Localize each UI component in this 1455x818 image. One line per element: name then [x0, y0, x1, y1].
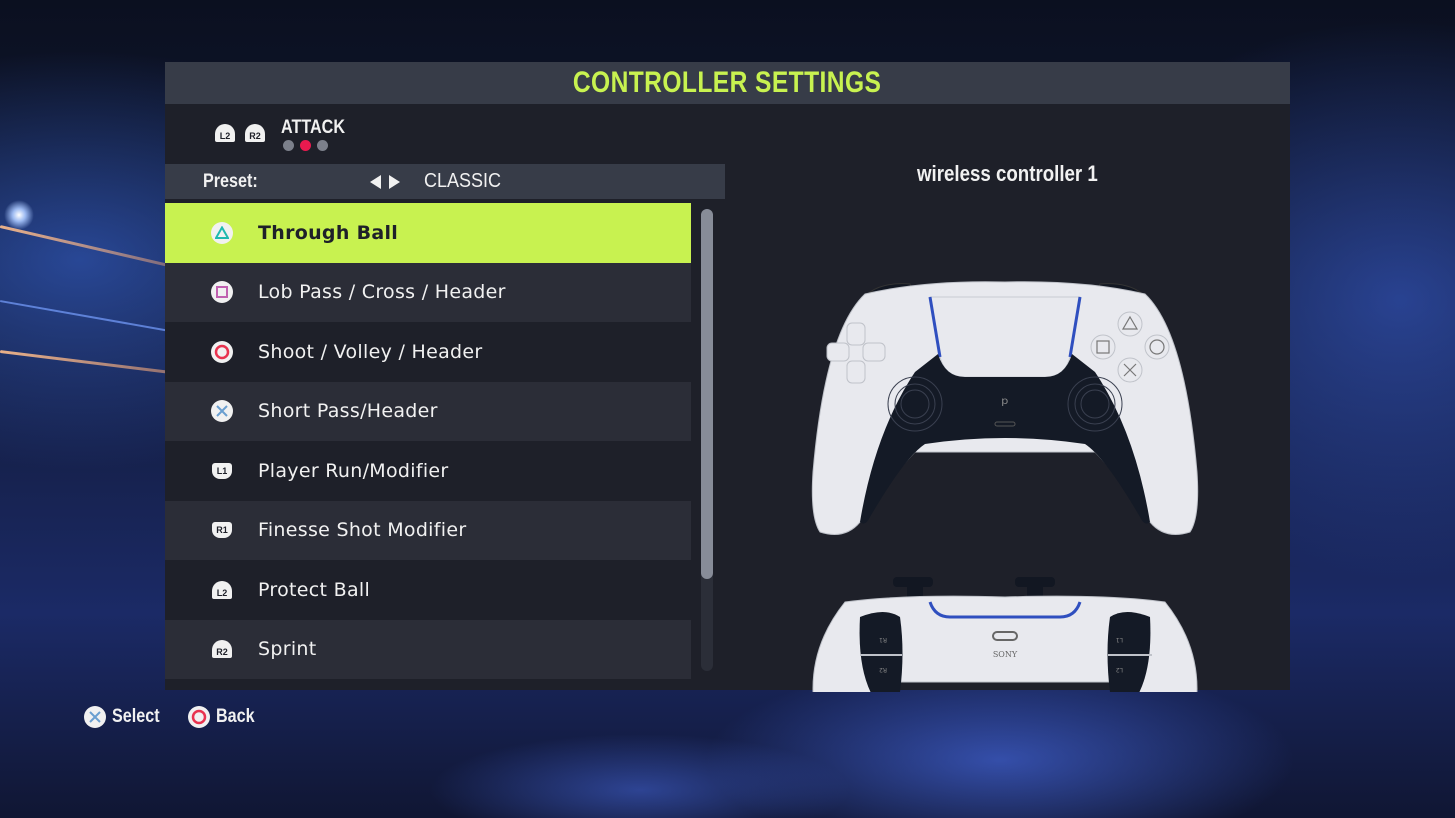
controller-name: wireless controller 1 [917, 161, 1098, 186]
controller-front-view: ᵖ [811, 281, 1199, 535]
preset-selector[interactable]: Preset: CLASSIC [165, 164, 725, 199]
current-category: ATTACK [281, 117, 345, 138]
l2-prev-tab-icon[interactable]: L2 [215, 124, 235, 142]
action-row[interactable]: R1 Finesse Shot Modifier [165, 500, 691, 560]
back-label-l1: L1 [1116, 636, 1123, 643]
light-beam [0, 300, 178, 334]
action-list: Through Ball Lob Pass / Cross / Header S… [165, 203, 691, 679]
light-beam [0, 225, 176, 269]
action-row[interactable]: Through Ball [165, 203, 691, 263]
stadium-light [4, 200, 34, 230]
l1-button-icon: L1 [212, 462, 232, 479]
button-hints: Select Back [84, 706, 273, 728]
scrollbar-thumb[interactable] [701, 209, 713, 579]
action-label: Sprint [258, 638, 317, 661]
action-label: Protect Ball [258, 578, 371, 601]
action-row[interactable]: R2 Sprint [165, 619, 691, 679]
action-label: Lob Pass / Cross / Header [258, 281, 506, 304]
title-bar: CONTROLLER SETTINGS [165, 62, 1290, 104]
category-tabs: L2 R2 ATTACK [215, 117, 356, 151]
page-title: CONTROLLER SETTINGS [573, 66, 882, 99]
r1-button-icon: R1 [212, 522, 232, 539]
cross-button-icon [211, 400, 233, 423]
light-beam [0, 350, 179, 375]
back-hint[interactable]: Back [187, 706, 261, 728]
preset-value: CLASSIC [424, 170, 502, 192]
controller-back-view: SONY R1 R2 L1 L2 [812, 577, 1198, 692]
action-row[interactable]: Shoot / Volley / Header [165, 322, 691, 382]
preset-label: Preset: [203, 170, 258, 192]
action-row[interactable]: L2 Protect Ball [165, 560, 691, 620]
page-indicator [283, 140, 328, 151]
action-label: Short Pass/Header [258, 400, 438, 423]
r2-next-tab-icon[interactable]: R2 [245, 124, 265, 142]
select-hint[interactable]: Select [84, 706, 168, 728]
back-label-r1: R1 [879, 636, 887, 643]
brand-text: SONY [993, 650, 1018, 659]
arrow-left-icon[interactable] [370, 174, 381, 189]
square-button-icon [211, 281, 233, 304]
svg-text:ᵖ: ᵖ [1001, 394, 1009, 415]
page-dot [283, 140, 294, 151]
action-row[interactable]: Lob Pass / Cross / Header [165, 262, 691, 322]
page-dot [317, 140, 328, 151]
triangle-button-icon [211, 221, 233, 244]
page-dot-active [300, 140, 311, 151]
cross-button-icon [84, 706, 106, 728]
controller-diagram: ᵖ SONY R1 R2 L1 L2 [811, 281, 1199, 692]
action-row[interactable]: Short Pass/Header [165, 381, 691, 441]
controller-settings-panel: CONTROLLER SETTINGS L2 R2 ATTACK Preset:… [165, 62, 1290, 692]
action-label: Player Run/Modifier [258, 459, 449, 482]
l2-button-icon: L2 [212, 580, 232, 599]
action-label: Through Ball [258, 221, 399, 244]
back-label-r2: R2 [879, 666, 887, 673]
select-label: Select [112, 706, 160, 727]
arrow-right-icon[interactable] [389, 174, 400, 189]
r2-button-icon: R2 [212, 640, 232, 659]
circle-button-icon [187, 706, 210, 728]
scrollbar[interactable] [701, 209, 713, 671]
back-label: Back [215, 706, 255, 727]
action-label: Finesse Shot Modifier [258, 519, 467, 542]
action-row[interactable]: L1 Player Run/Modifier [165, 441, 691, 501]
circle-button-icon [211, 340, 233, 363]
action-label: Shoot / Volley / Header [258, 340, 483, 363]
back-label-l2: L2 [1116, 666, 1123, 673]
